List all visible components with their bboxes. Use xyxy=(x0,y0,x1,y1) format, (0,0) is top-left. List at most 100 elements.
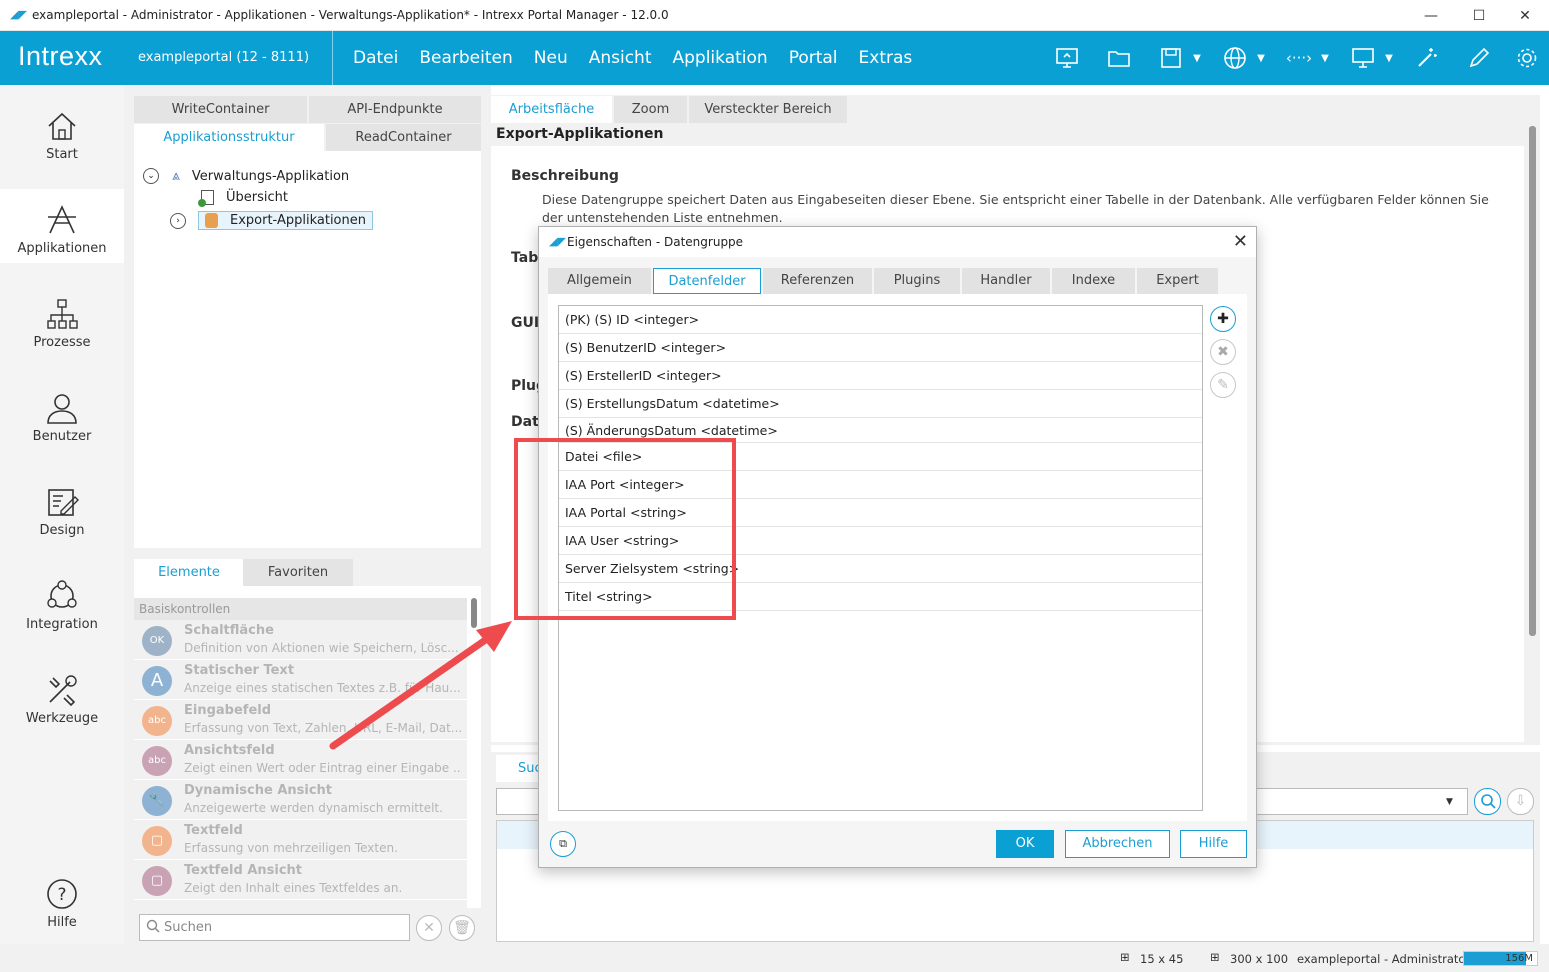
menu-portal[interactable]: Portal xyxy=(789,48,838,68)
section-gui: GUI xyxy=(511,315,540,331)
settings-gear-icon[interactable] xyxy=(1509,40,1545,76)
workarea-scrollbar[interactable] xyxy=(1529,126,1536,636)
nav-werkzeuge[interactable]: Werkzeuge xyxy=(0,659,124,733)
cancel-button[interactable]: Abbrechen xyxy=(1065,830,1170,858)
menu-neu[interactable]: Neu xyxy=(534,48,568,68)
nav-design[interactable]: Design xyxy=(0,471,124,545)
tab-elemente[interactable]: Elemente xyxy=(134,559,244,586)
annotation-highlight-box xyxy=(514,438,736,620)
tab-indexe[interactable]: Indexe xyxy=(1052,268,1135,294)
nav-integration[interactable]: Integration xyxy=(0,565,124,639)
ok-button[interactable]: OK xyxy=(996,830,1054,858)
dialog-titlebar: ◢◤ Eigenschaften - Datengruppe ✕ xyxy=(539,227,1256,257)
open-folder-icon[interactable] xyxy=(1101,40,1137,76)
code-icon[interactable]: ‹···› xyxy=(1281,40,1317,76)
minimize-button[interactable]: — xyxy=(1407,0,1455,31)
edit-field-button[interactable]: ✎ xyxy=(1210,372,1236,398)
window-toggle-icon[interactable]: ⧉ xyxy=(550,831,576,857)
tab-versteckter-bereich[interactable]: Versteckter Bereich xyxy=(689,96,847,123)
tree-item-uebersicht[interactable]: Übersicht xyxy=(198,190,288,207)
nav-hilfe[interactable]: ? Hilfe xyxy=(0,863,124,937)
view-field-element-icon: abc xyxy=(142,746,172,776)
tree-root-label: Verwaltungs-Applikation xyxy=(191,168,350,184)
monitor-icon[interactable] xyxy=(1345,40,1381,76)
status-user: exampleportal - Administrator xyxy=(1297,952,1471,966)
tab-writecontainer[interactable]: WriteContainer xyxy=(134,96,307,123)
nav-applikationen[interactable]: Applikationen xyxy=(0,189,124,263)
tab-zoom[interactable]: Zoom xyxy=(614,96,687,123)
header-toolbar: ▼ ▼ ‹···› ▼ ▼ xyxy=(1049,31,1549,85)
tree-item-export-selected: Export-Applikationen xyxy=(198,211,373,230)
list-item[interactable]: (PK) (S) ID <integer> xyxy=(559,306,1202,334)
menu-datei[interactable]: Datei xyxy=(353,48,398,68)
add-field-button[interactable]: ✚ xyxy=(1210,306,1236,332)
tab-allgemein[interactable]: Allgemein xyxy=(548,268,651,294)
tab-referenzen[interactable]: Referenzen xyxy=(763,268,872,294)
nav-prozesse[interactable]: Prozesse xyxy=(0,283,124,357)
download-arrow-icon[interactable]: ⇩ xyxy=(1507,788,1534,815)
element-textfeld[interactable]: ▢ Textfeld Erfassung von mehrzeiligen Te… xyxy=(134,820,467,860)
tab-api-endpunkte[interactable]: API-Endpunkte xyxy=(309,96,481,123)
nav-start[interactable]: Start xyxy=(0,95,124,169)
tab-applikationsstruktur[interactable]: Applikationsstruktur xyxy=(134,124,324,151)
expand-icon[interactable]: › xyxy=(170,212,186,229)
code-dropdown-icon[interactable]: ▼ xyxy=(1317,53,1333,64)
tab-readcontainer[interactable]: ReadContainer xyxy=(326,124,481,151)
list-item[interactable]: (S) BenutzerID <integer> xyxy=(559,334,1202,362)
list-item[interactable]: (S) ErstellerID <integer> xyxy=(559,362,1202,390)
tab-arbeitsflaeche[interactable]: Arbeitsfläche xyxy=(491,96,612,123)
monitor-dropdown-icon[interactable]: ▼ xyxy=(1381,53,1397,64)
datagroup-description: Diese Datengruppe speichert Daten aus Ei… xyxy=(542,192,1489,225)
app-header: Intrexx exampleportal (12 - 8111) Datei … xyxy=(0,31,1549,85)
element-dynamische-ansicht[interactable]: 🔧 Dynamische Ansicht Anzeigewerte werden… xyxy=(134,780,467,820)
globe-icon[interactable] xyxy=(1217,40,1253,76)
close-window-button[interactable]: ✕ xyxy=(1501,0,1549,31)
element-schaltflaeche[interactable]: OK Schaltfläche Definition von Aktionen … xyxy=(134,620,467,660)
globe-dropdown-icon[interactable]: ▼ xyxy=(1253,53,1269,64)
tab-plugins[interactable]: Plugins xyxy=(874,268,960,294)
page-icon xyxy=(198,190,214,207)
tree-root-row[interactable]: ⌄ ⩓ Verwaltungs-Applikation xyxy=(143,168,349,184)
elements-scrollbar[interactable] xyxy=(471,598,477,628)
memory-label: 156M xyxy=(1505,953,1533,964)
status-size: 300 x 100 xyxy=(1230,952,1289,966)
tab-handler[interactable]: Handler xyxy=(962,268,1050,294)
element-ansichtsfeld[interactable]: abc Ansichtsfeld Zeigt einen Wert oder E… xyxy=(134,740,467,780)
tab-favoriten[interactable]: Favoriten xyxy=(243,559,353,586)
menu-bearbeiten[interactable]: Bearbeiten xyxy=(419,48,512,68)
grid-icon: ⊞ xyxy=(1120,950,1130,964)
delete-field-button[interactable]: ✖ xyxy=(1210,339,1236,365)
pencil-icon[interactable] xyxy=(1461,40,1497,76)
workarea-title: Export-Applikationen xyxy=(496,126,664,142)
menu-applikation[interactable]: Applikation xyxy=(673,48,768,68)
menu-ansicht[interactable]: Ansicht xyxy=(589,48,652,68)
intrexx-dialog-icon: ◢◤ xyxy=(549,235,566,248)
magic-wand-icon[interactable] xyxy=(1409,40,1445,76)
tab-datenfelder[interactable]: Datenfelder xyxy=(653,268,761,294)
maximize-button[interactable]: ☐ xyxy=(1455,0,1503,31)
dialog-close-icon[interactable]: ✕ xyxy=(1233,227,1248,257)
tree-item-export[interactable]: › Export-Applikationen xyxy=(170,211,373,230)
size-icon: ⊞ xyxy=(1210,950,1220,964)
save-dropdown-icon[interactable]: ▼ xyxy=(1189,53,1205,64)
collapse-icon[interactable]: ⌄ xyxy=(143,168,159,184)
save-icon[interactable] xyxy=(1153,40,1189,76)
tab-expert[interactable]: Expert xyxy=(1137,268,1218,294)
portal-name: exampleportal (12 - 8111) xyxy=(138,50,310,65)
element-eingabefeld[interactable]: abc Eingabefeld Erfassung von Text, Zahl… xyxy=(134,700,467,740)
elements-search-input[interactable]: Suchen xyxy=(139,914,410,941)
combo-dropdown-icon[interactable]: ▼ xyxy=(1446,797,1453,807)
element-textfeld-ansicht[interactable]: ▢ Textfeld Ansicht Zeigt den Inhalt eine… xyxy=(134,860,467,900)
search-button[interactable] xyxy=(1474,788,1501,815)
nav-benutzer[interactable]: Benutzer xyxy=(0,377,124,451)
help-button[interactable]: Hilfe xyxy=(1180,830,1247,858)
menu-extras[interactable]: Extras xyxy=(859,48,913,68)
list-item[interactable]: (S) ErstellungsDatum <datetime> xyxy=(559,390,1202,418)
publish-icon[interactable] xyxy=(1049,40,1085,76)
trash-icon[interactable]: 🗑 xyxy=(449,915,475,941)
status-grid: 15 x 45 xyxy=(1140,952,1184,966)
clear-search-button[interactable]: ✕ xyxy=(416,915,442,941)
status-bar: ⊞ 15 x 45 ⊞ 300 x 100 exampleportal - Ad… xyxy=(0,944,1549,972)
user-icon xyxy=(45,391,79,425)
element-statischer-text[interactable]: A Statischer Text Anzeige eines statisch… xyxy=(134,660,467,700)
